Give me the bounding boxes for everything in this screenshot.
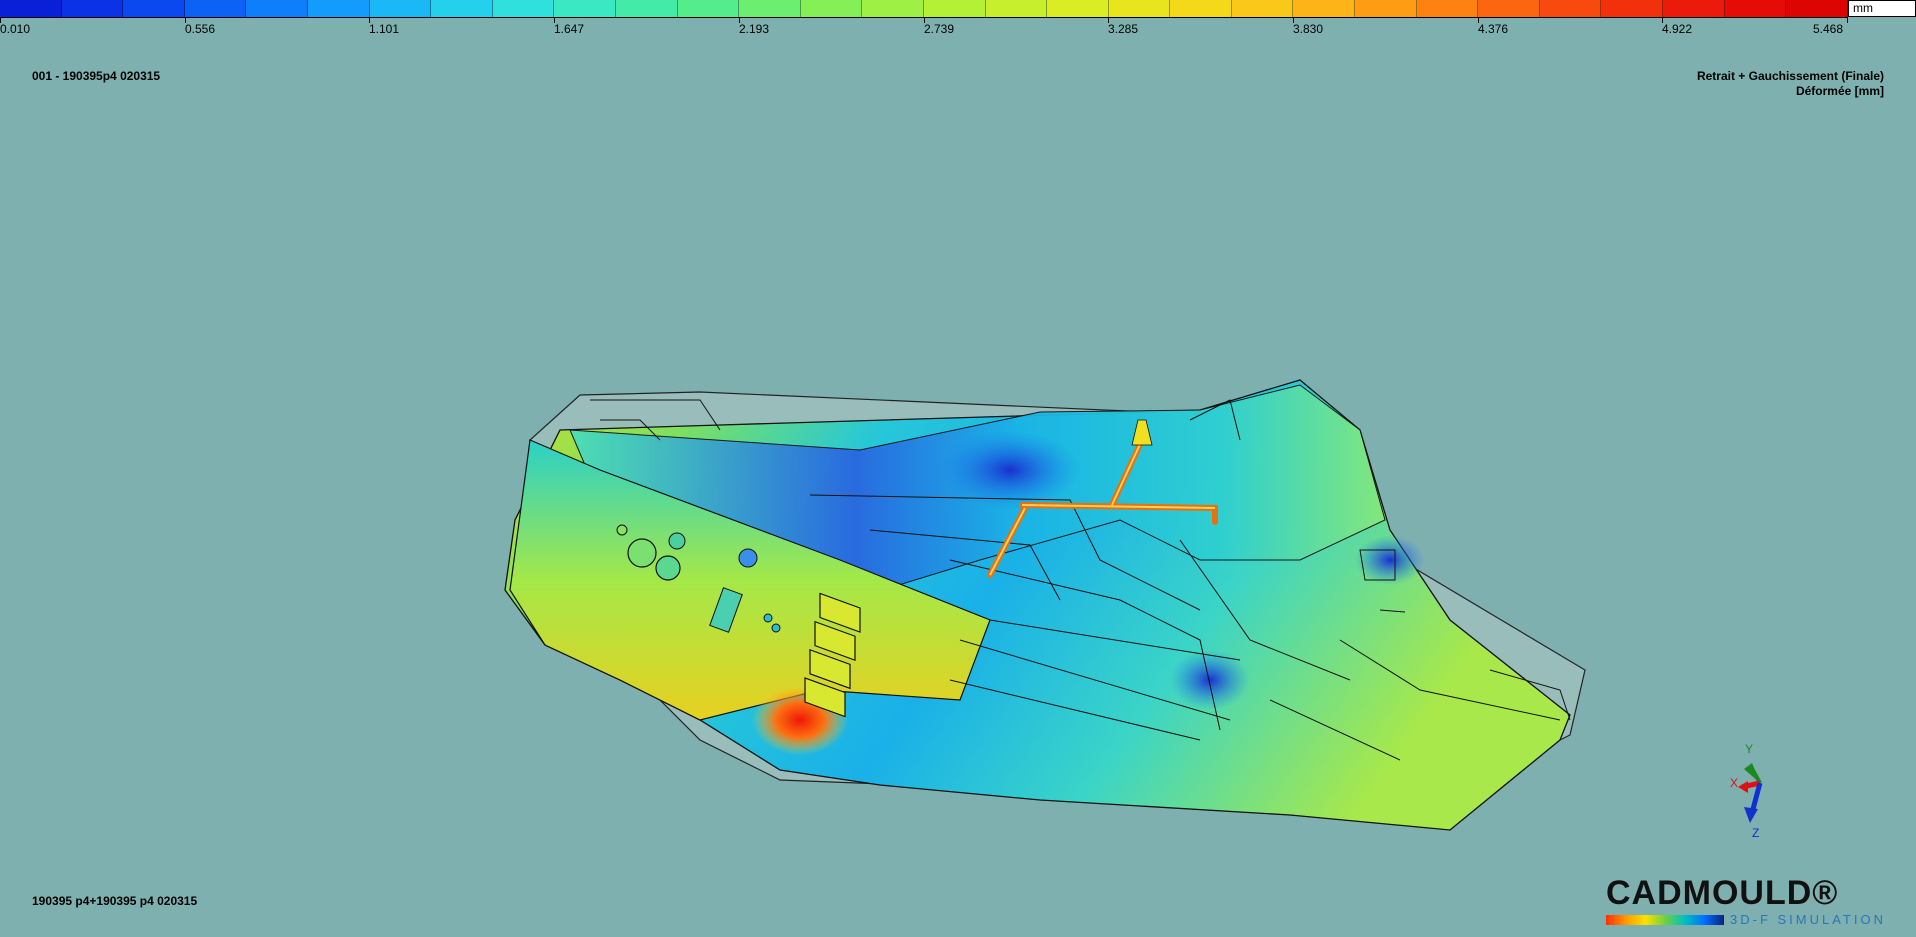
- deformation-model-view[interactable]: [0, 0, 1916, 937]
- logo-gradient-stripe: [1606, 914, 1724, 925]
- axis-triad: Y X Z: [1730, 742, 1763, 840]
- logo-tagline: 3D-F SIMULATION: [1730, 912, 1886, 927]
- y-axis-label: Y: [1745, 742, 1753, 756]
- cadmould-logo: CADMOULD® 3D-F SIMULATION: [1606, 876, 1906, 927]
- model-name-label: 190395 p4+190395 p4 020315: [32, 894, 198, 908]
- x-axis-arrow: [1738, 781, 1748, 793]
- logo-wordmark: CADMOULD®: [1606, 874, 1839, 912]
- z-axis-arrow: [1744, 807, 1758, 823]
- x-axis-label: X: [1730, 776, 1738, 790]
- z-axis-label: Z: [1752, 826, 1759, 840]
